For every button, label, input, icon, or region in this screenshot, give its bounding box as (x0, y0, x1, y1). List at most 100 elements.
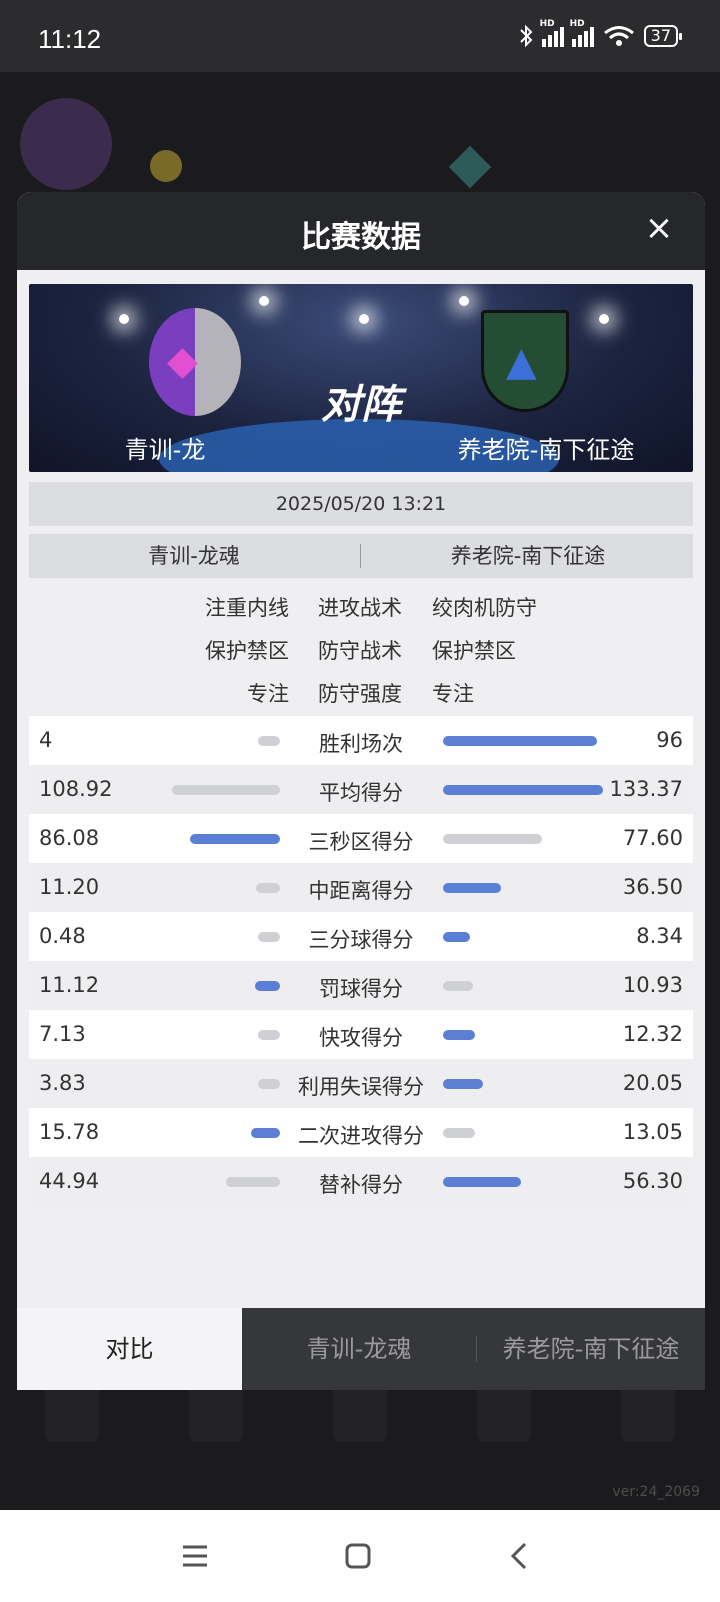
stat-away-bar (443, 785, 603, 795)
tactic-home: 专注 (247, 682, 289, 706)
stat-home-value: 44.94 (39, 1169, 100, 1193)
tactic-label: 防守强度 (318, 682, 402, 706)
tab-bar: 对比 青训-龙魂 养老院-南下征途 (17, 1308, 705, 1390)
tactics-row: 注重内线 进攻战术 绞肉机防守 (17, 584, 705, 627)
stat-home-value: 11.20 (39, 875, 100, 899)
back-icon[interactable] (500, 1536, 540, 1576)
stat-away-value: 36.50 (622, 875, 683, 899)
stat-home-bar (171, 785, 280, 795)
match-date: 2025/05/20 13:21 (29, 482, 693, 526)
stadium-light (259, 296, 269, 306)
stat-row: 4 胜利场次 96 (29, 716, 693, 765)
bluetooth-icon (519, 24, 533, 48)
status-bar: 11:12 HD HD 37 (0, 0, 720, 72)
tactic-away: 绞肉机防守 (432, 596, 537, 620)
stat-label: 胜利场次 (319, 732, 403, 756)
version-label: ver:24_2069 (612, 1484, 700, 1500)
stat-away-value: 56.30 (622, 1169, 683, 1193)
home-icon[interactable] (338, 1536, 378, 1576)
stat-away-value: 12.32 (622, 1022, 683, 1046)
stat-away-bar (443, 932, 471, 942)
stat-home-bar (190, 834, 280, 844)
stat-home-value: 86.08 (39, 826, 100, 850)
stat-row: 15.78 二次进攻得分 13.05 (29, 1108, 693, 1157)
tactic-away: 保护禁区 (432, 639, 516, 663)
tactics-table: 注重内线 进攻战术 绞肉机防守 保护禁区 防守战术 保护禁区 专注 防守强度 专… (17, 584, 705, 713)
stat-away-bar (443, 883, 501, 893)
stat-row: 11.20 中距离得分 36.50 (29, 863, 693, 912)
stat-home-value: 15.78 (39, 1120, 100, 1144)
stadium-light (459, 296, 469, 306)
stat-home-bar (258, 932, 280, 942)
modal-header: 比赛数据 × (17, 192, 705, 270)
stat-home-bar (257, 1030, 280, 1040)
stat-row: 44.94 替补得分 56.30 (29, 1157, 693, 1206)
tactics-row: 保护禁区 防守战术 保护禁区 (17, 627, 705, 670)
team-header: 青训-龙魂 养老院-南下征途 (29, 534, 693, 578)
stat-row: 108.92 平均得分 133.37 (29, 765, 693, 814)
stat-away-bar (443, 981, 474, 991)
signal-2-icon: HD (570, 19, 594, 47)
status-icons: HD HD 37 (518, 19, 683, 48)
stat-label: 替补得分 (319, 1173, 403, 1197)
stat-away-value: 96 (656, 728, 683, 752)
team-header-home: 青训-龙魂 (148, 544, 240, 568)
gem-icon (448, 145, 492, 189)
stat-home-value: 3.83 (39, 1071, 86, 1095)
stat-away-bar (443, 736, 597, 746)
stat-label: 三秒区得分 (308, 830, 414, 854)
stat-row: 11.12 罚球得分 10.93 (29, 961, 693, 1010)
stat-away-bar (443, 1177, 522, 1187)
signal-1-icon: HD (540, 19, 564, 47)
divider (360, 544, 361, 568)
battery-icon: 37 (643, 25, 683, 47)
tab-compare[interactable]: 对比 (17, 1308, 242, 1390)
stat-away-bar (443, 1128, 475, 1138)
menu-icon[interactable] (175, 1536, 215, 1576)
stat-label: 二次进攻得分 (298, 1124, 424, 1148)
stadium-light (599, 314, 609, 324)
stat-label: 平均得分 (319, 781, 403, 805)
tactic-home: 保护禁区 (205, 639, 289, 663)
away-team-name: 养老院-南下征途 (457, 436, 635, 464)
tactics-row: 专注 防守强度 专注 (17, 670, 705, 713)
stat-home-bar (250, 1128, 280, 1138)
stat-label: 罚球得分 (319, 977, 403, 1001)
stat-label: 利用失误得分 (298, 1075, 424, 1099)
stat-away-bar (443, 834, 543, 844)
coin-icon (150, 150, 182, 182)
stat-row: 0.48 三分球得分 8.34 (29, 912, 693, 961)
stat-home-bar (258, 736, 280, 746)
stat-home-bar (256, 883, 280, 893)
tab-away-team[interactable]: 养老院-南下征途 (477, 1308, 705, 1390)
stat-away-value: 20.05 (622, 1071, 683, 1095)
home-team-name: 青训-龙魂 (124, 436, 206, 472)
stat-label: 中距离得分 (308, 879, 414, 903)
stat-label: 快攻得分 (319, 1026, 403, 1050)
wifi-icon (603, 26, 634, 46)
stat-away-value: 10.93 (622, 973, 683, 997)
vs-label: 对阵 (321, 382, 401, 428)
status-time: 11:12 (38, 24, 102, 54)
stat-row: 86.08 三秒区得分 77.60 (29, 814, 693, 863)
stat-home-bar (225, 1177, 280, 1187)
tactic-home: 注重内线 (205, 596, 289, 620)
stat-home-value: 108.92 (39, 777, 113, 801)
tactic-label: 进攻战术 (318, 596, 402, 620)
stat-home-value: 4 (39, 728, 53, 752)
stat-away-bar (443, 1079, 483, 1089)
stadium-light (119, 314, 129, 324)
matchup-banner: ◆ ▲ 对阵 青训-龙魂 养老院-南下征途 (29, 284, 693, 472)
tactic-away: 专注 (432, 682, 474, 706)
stat-home-value: 11.12 (39, 973, 100, 997)
stat-home-value: 0.48 (39, 924, 86, 948)
close-button[interactable]: × (639, 208, 679, 248)
stats-table: 4 胜利场次 96 108.92 平均得分 133.37 86.08 三秒区得分 77.60… (29, 716, 693, 1206)
stat-away-value: 77.60 (622, 826, 683, 850)
stat-away-value: 8.34 (636, 924, 683, 948)
system-nav-bar (0, 1510, 720, 1602)
stadium-light (359, 314, 369, 324)
stat-home-value: 7.13 (39, 1022, 86, 1046)
stat-away-value: 133.37 (609, 777, 683, 801)
tab-home-team[interactable]: 青训-龙魂 (242, 1308, 476, 1390)
